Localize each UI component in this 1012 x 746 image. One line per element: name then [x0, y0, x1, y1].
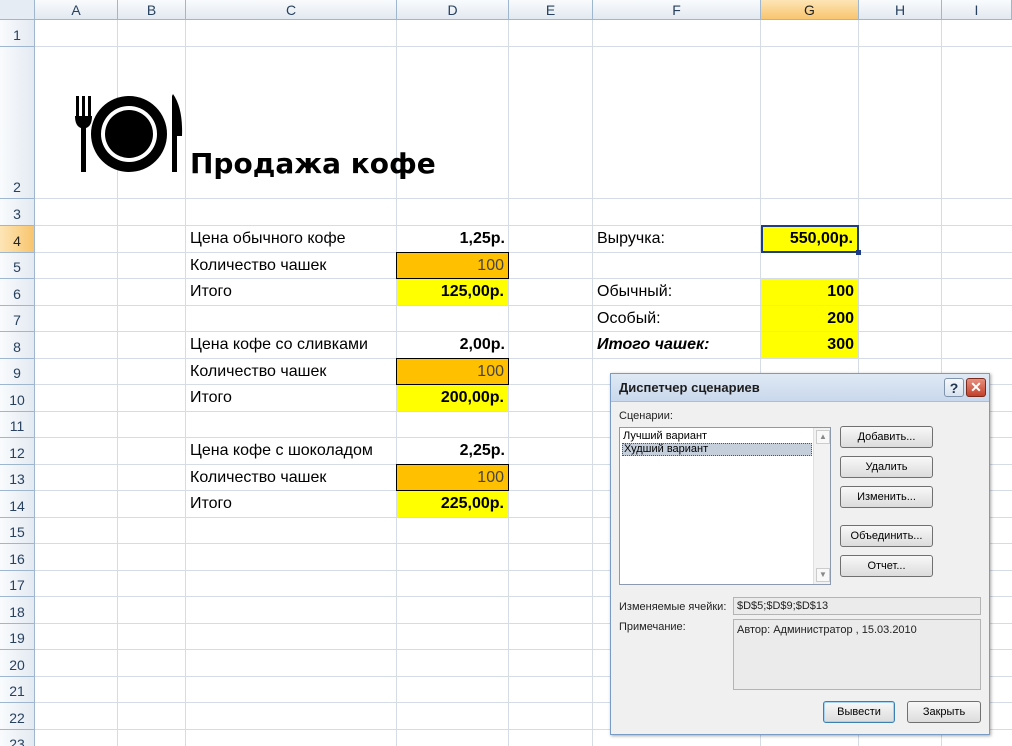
row-header-6[interactable]: 6	[0, 279, 35, 306]
row-header-19[interactable]: 19	[0, 624, 35, 650]
row-header-4[interactable]: 4	[0, 226, 35, 253]
row-header-12[interactable]: 12	[0, 438, 35, 465]
row-header-10[interactable]: 10	[0, 385, 35, 412]
cell-f7[interactable]: Особый:	[593, 306, 761, 331]
cell-c14[interactable]: Итого	[186, 491, 397, 517]
scroll-down-icon[interactable]: ▼	[816, 568, 830, 582]
dialog-close-button[interactable]: Закрыть	[907, 701, 981, 723]
column-header-d[interactable]: D	[397, 0, 509, 20]
changing-cells-label: Изменяемые ячейки:	[619, 601, 727, 613]
merge-button[interactable]: Объединить...	[840, 525, 933, 547]
help-button[interactable]: ?	[944, 378, 964, 397]
column-header-b[interactable]: B	[118, 0, 186, 20]
cell-c9[interactable]: Количество чашек	[186, 359, 397, 385]
cell-d14[interactable]: 225,00р.	[397, 491, 508, 517]
cell-c5[interactable]: Количество чашек	[186, 253, 397, 279]
scenario-item-worst[interactable]: Худший вариант	[622, 443, 812, 456]
cell-f6[interactable]: Обычный:	[593, 279, 761, 305]
cell-c6[interactable]: Итого	[186, 279, 397, 305]
cell-g8[interactable]: 300	[761, 332, 858, 358]
delete-button[interactable]: Удалить	[840, 456, 933, 478]
cell-c10[interactable]: Итого	[186, 385, 397, 411]
cell-d13[interactable]: 100	[396, 464, 509, 491]
scenario-manager-dialog: Диспетчер сценариев ? ✕ Сценарии: Лучший…	[610, 373, 990, 735]
cell-g4-selected[interactable]: 550,00р.	[761, 225, 859, 253]
row-header-15[interactable]: 15	[0, 518, 35, 544]
list-scrollbar[interactable]: ▲ ▼	[813, 428, 830, 584]
cell-d6[interactable]: 125,00р.	[397, 279, 508, 305]
edit-button[interactable]: Изменить...	[840, 486, 933, 508]
column-header-f[interactable]: F	[593, 0, 761, 20]
row-header-1[interactable]: 1	[0, 20, 35, 47]
report-button[interactable]: Отчет...	[840, 555, 933, 577]
scroll-up-icon[interactable]: ▲	[816, 430, 830, 444]
row-header-17[interactable]: 17	[0, 571, 35, 597]
scenario-item-best[interactable]: Лучший вариант	[622, 430, 813, 443]
cell-d5[interactable]: 100	[396, 252, 509, 279]
dialog-title: Диспетчер сценариев	[619, 380, 760, 395]
cell-c13[interactable]: Количество чашек	[186, 465, 397, 491]
column-header-i[interactable]: I	[942, 0, 1012, 20]
scenarios-list[interactable]: Лучший вариант Худший вариант ▲ ▼	[619, 427, 831, 585]
row-header-18[interactable]: 18	[0, 597, 35, 624]
close-icon[interactable]: ✕	[966, 378, 986, 397]
row-header-21[interactable]: 21	[0, 677, 35, 703]
cell-f4[interactable]: Выручка:	[593, 226, 761, 252]
column-header-e[interactable]: E	[509, 0, 593, 20]
cell-d8[interactable]: 2,00р.	[397, 332, 509, 358]
row-header-7[interactable]: 7	[0, 306, 35, 332]
row-header-2[interactable]: 2	[0, 47, 35, 199]
row-header-5[interactable]: 5	[0, 253, 35, 279]
cell-d10[interactable]: 200,00р.	[397, 385, 508, 411]
column-header-h[interactable]: H	[859, 0, 942, 20]
row-header-8[interactable]: 8	[0, 332, 35, 359]
row-header-13[interactable]: 13	[0, 465, 35, 491]
row-header-9[interactable]: 9	[0, 359, 35, 385]
show-button[interactable]: Вывести	[823, 701, 895, 723]
row-header-22[interactable]: 22	[0, 703, 35, 730]
fork-plate-knife-icon	[75, 94, 183, 172]
cell-d4[interactable]: 1,25р.	[397, 226, 509, 252]
column-header-g[interactable]: G	[761, 0, 859, 20]
row-header-23[interactable]: 23	[0, 730, 35, 746]
comment-field: Автор: Администратор , 15.03.2010	[733, 619, 981, 690]
cell-c4[interactable]: Цена обычного кофе	[186, 226, 397, 252]
dialog-titlebar[interactable]: Диспетчер сценариев ? ✕	[611, 374, 989, 402]
cell-g6[interactable]: 100	[761, 279, 858, 305]
select-all-corner[interactable]	[0, 0, 35, 20]
row-header-14[interactable]: 14	[0, 491, 35, 518]
changing-cells-field: $D$5;$D$9;$D$13	[733, 597, 981, 615]
scenarios-label: Сценарии:	[619, 410, 673, 422]
row-header-11[interactable]: 11	[0, 412, 35, 438]
cell-d9[interactable]: 100	[396, 358, 509, 385]
column-header-c[interactable]: C	[186, 0, 397, 20]
cell-g7[interactable]: 200	[761, 306, 858, 331]
cell-d12[interactable]: 2,25р.	[397, 438, 509, 464]
row-header-3[interactable]: 3	[0, 199, 35, 226]
cell-f8[interactable]: Итого чашек:	[593, 332, 761, 358]
cell-c12[interactable]: Цена кофе с шоколадом	[186, 438, 397, 464]
fill-handle[interactable]	[856, 250, 861, 255]
cell-c8[interactable]: Цена кофе со сливками	[186, 332, 397, 358]
row-header-16[interactable]: 16	[0, 544, 35, 571]
column-header-a[interactable]: A	[35, 0, 118, 20]
add-button[interactable]: Добавить...	[840, 426, 933, 448]
row-header-20[interactable]: 20	[0, 650, 35, 677]
comment-label: Примечание:	[619, 621, 686, 633]
sheet-title: Продажа кофе	[190, 146, 436, 180]
